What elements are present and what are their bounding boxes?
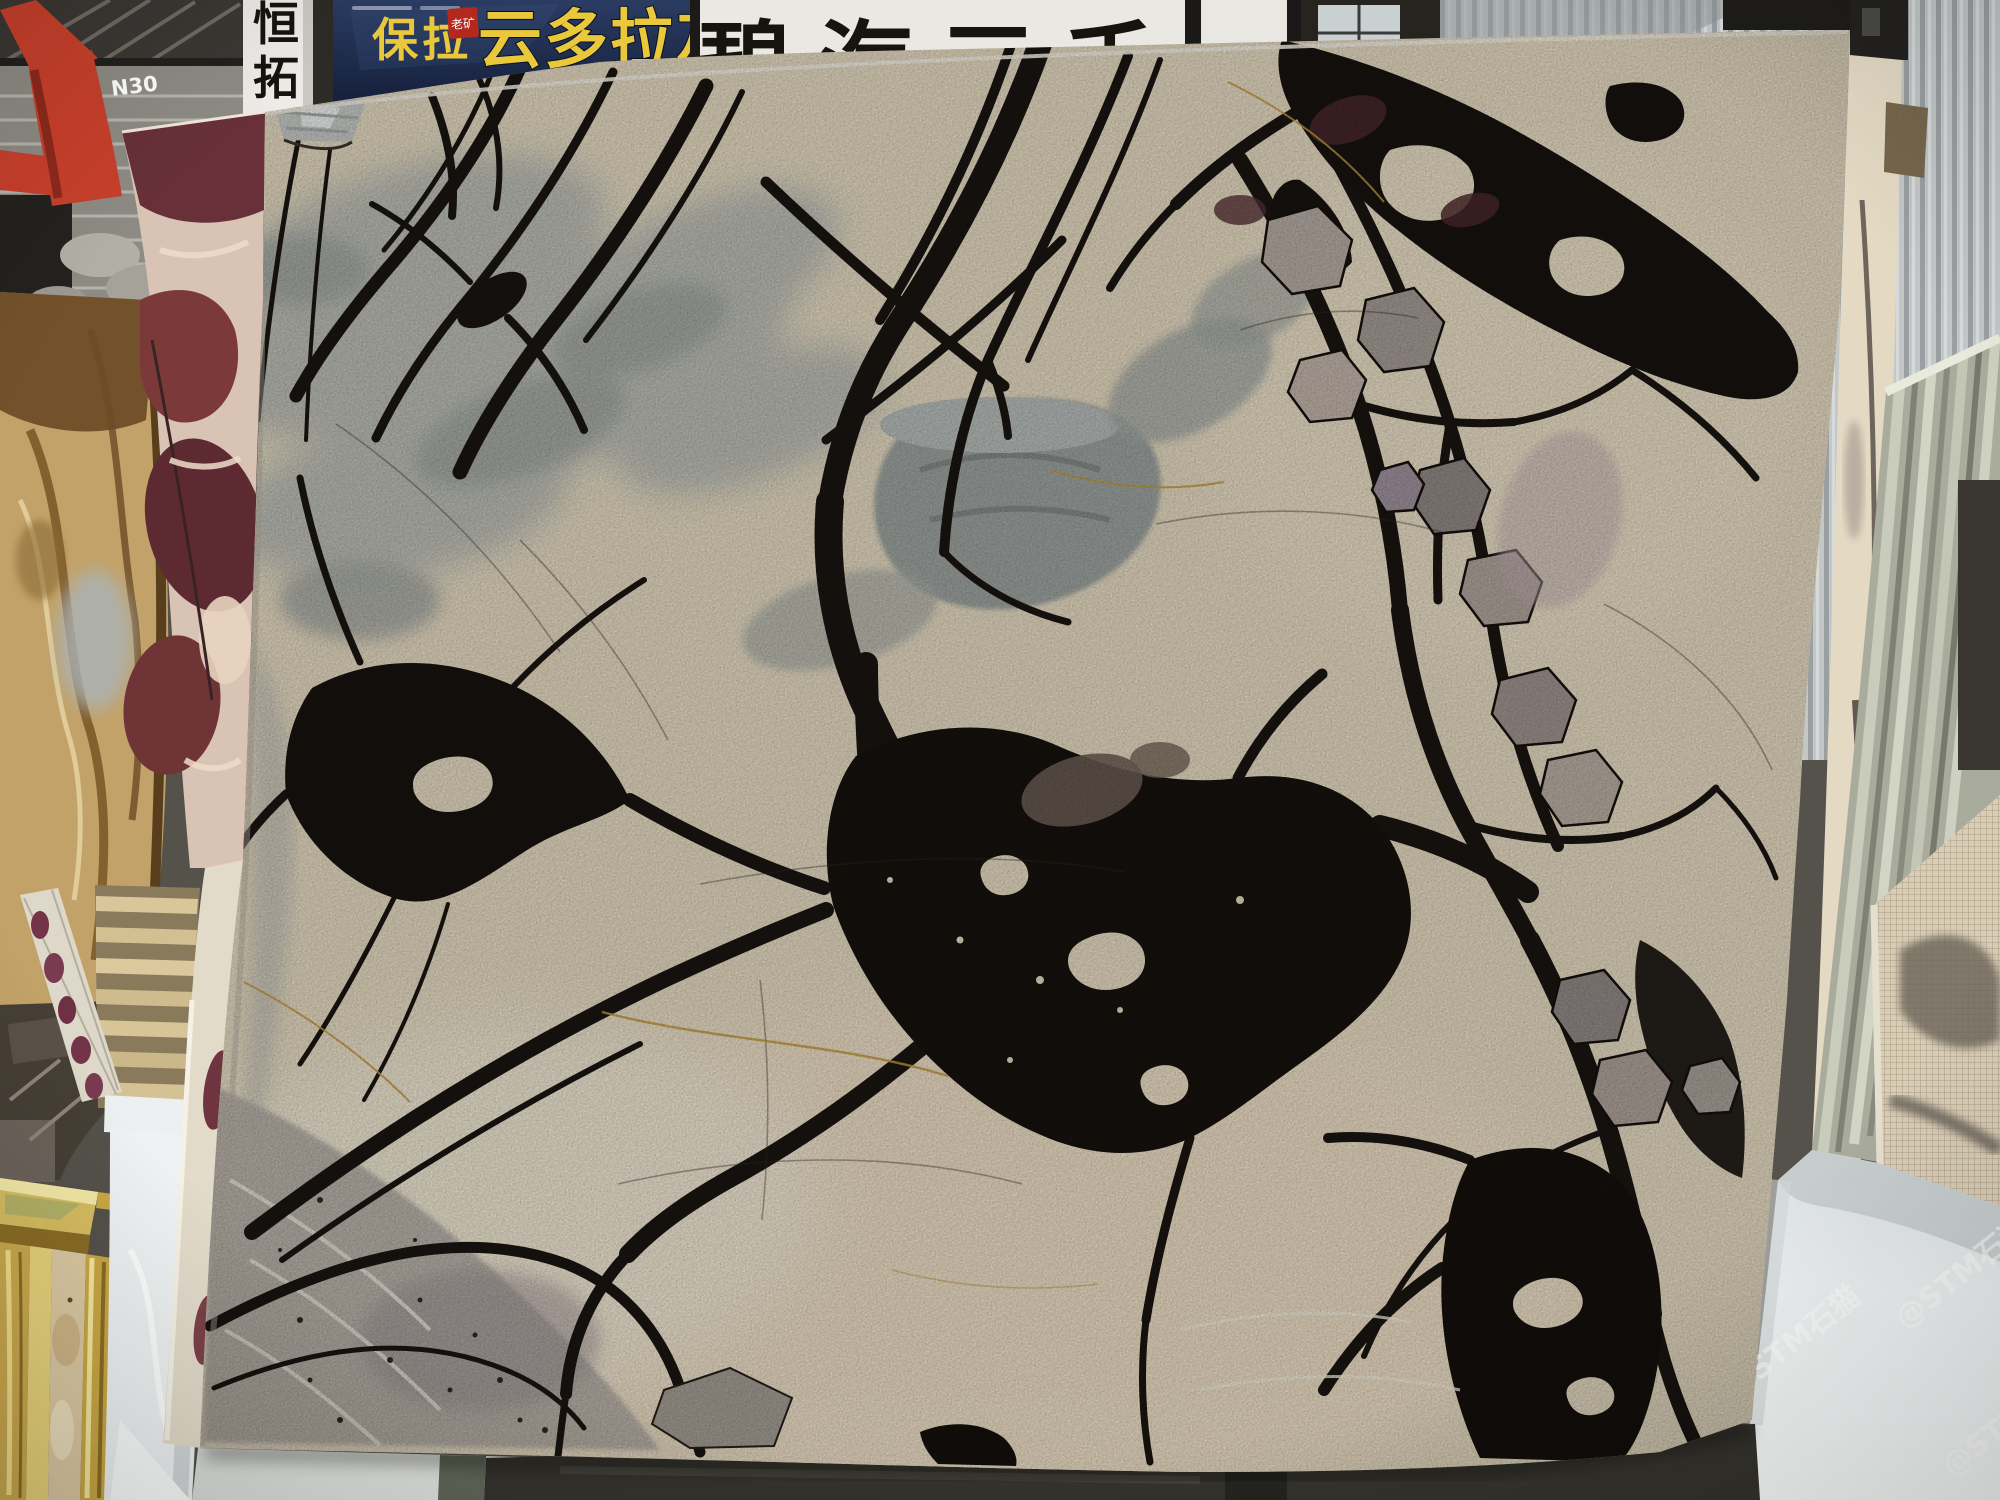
warehouse-photo: N30 恒 拓 保拉 老矿 云多拉灰 碧海三千 珀: [0, 0, 2000, 1500]
photo-canvas: N30 恒 拓 保拉 老矿 云多拉灰 碧海三千 珀: [0, 0, 2000, 1500]
vignette: [0, 0, 2000, 1500]
